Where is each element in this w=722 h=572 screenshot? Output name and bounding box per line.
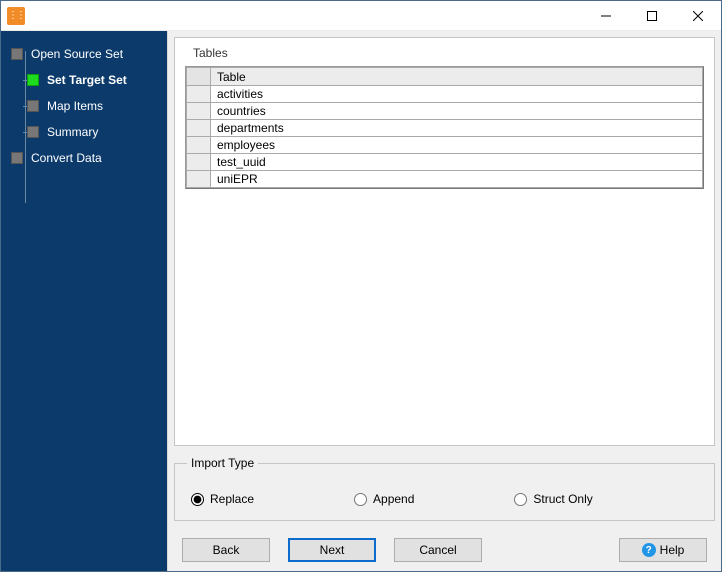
row-header — [187, 86, 211, 103]
main-content: Tables Table activitiescountriesdepartme… — [167, 31, 721, 571]
sidebar-step-icon — [27, 126, 39, 138]
back-button-label: Back — [213, 543, 240, 557]
table-cell[interactable]: test_uuid — [211, 154, 703, 171]
table-cell[interactable]: employees — [211, 137, 703, 154]
table-row[interactable]: uniEPR — [187, 171, 703, 188]
radio-label: Struct Only — [533, 492, 592, 506]
button-bar: Back Next Cancel ? Help — [168, 529, 721, 571]
sidebar-item-summary[interactable]: Summary — [23, 119, 161, 145]
row-header — [187, 154, 211, 171]
help-icon: ? — [642, 543, 656, 557]
row-header — [187, 103, 211, 120]
help-button-label: Help — [660, 543, 685, 557]
sidebar-step-icon — [11, 48, 23, 60]
radio-struct-only[interactable]: Struct Only — [514, 492, 592, 506]
tables-grid[interactable]: Table activitiescountriesdepartmentsempl… — [185, 66, 704, 189]
row-header — [187, 120, 211, 137]
back-button[interactable]: Back — [182, 538, 270, 562]
sidebar-item-label: Summary — [47, 125, 98, 139]
cancel-button[interactable]: Cancel — [394, 538, 482, 562]
next-button-label: Next — [320, 543, 345, 557]
table-row[interactable]: departments — [187, 120, 703, 137]
radio-label: Append — [373, 492, 414, 506]
table-row[interactable]: countries — [187, 103, 703, 120]
table-row[interactable]: test_uuid — [187, 154, 703, 171]
sidebar-item-label: Convert Data — [31, 151, 102, 165]
table-cell[interactable]: countries — [211, 103, 703, 120]
table-cell[interactable]: departments — [211, 120, 703, 137]
sidebar-item-set-target-set[interactable]: Set Target Set — [23, 67, 161, 93]
sidebar-item-map-items[interactable]: Map Items — [23, 93, 161, 119]
import-type-title: Import Type — [187, 456, 258, 470]
table-row[interactable]: employees — [187, 137, 703, 154]
wizard-sidebar: Open Source Set Set Target Set Map Items Su… — [1, 31, 167, 571]
close-button[interactable] — [675, 1, 721, 31]
import-type-group: Import Type Replace Append Struct Only — [174, 456, 715, 521]
tables-title: Tables — [175, 38, 714, 66]
help-button[interactable]: ? Help — [619, 538, 707, 562]
table-corner-header — [187, 68, 211, 86]
sidebar-item-label: Map Items — [47, 99, 103, 113]
sidebar-item-open-source-set[interactable]: Open Source Set — [7, 41, 161, 67]
titlebar — [1, 1, 721, 31]
table-cell[interactable]: activities — [211, 86, 703, 103]
row-header — [187, 171, 211, 188]
radio-label: Replace — [210, 492, 254, 506]
maximize-button[interactable] — [629, 1, 675, 31]
sidebar-step-icon — [27, 100, 39, 112]
radio-input[interactable] — [514, 493, 527, 506]
row-header — [187, 137, 211, 154]
radio-input[interactable] — [191, 493, 204, 506]
next-button[interactable]: Next — [288, 538, 376, 562]
radio-replace[interactable]: Replace — [191, 492, 254, 506]
table-column-header[interactable]: Table — [211, 68, 703, 86]
radio-append[interactable]: Append — [354, 492, 414, 506]
sidebar-item-label: Set Target Set — [47, 73, 127, 87]
sidebar-step-icon — [27, 74, 39, 86]
app-icon — [7, 7, 25, 25]
cancel-button-label: Cancel — [419, 543, 456, 557]
sidebar-item-label: Open Source Set — [31, 47, 123, 61]
sidebar-step-icon — [11, 152, 23, 164]
table-cell[interactable]: uniEPR — [211, 171, 703, 188]
radio-input[interactable] — [354, 493, 367, 506]
minimize-button[interactable] — [583, 1, 629, 31]
table-row[interactable]: activities — [187, 86, 703, 103]
sidebar-item-convert-data[interactable]: Convert Data — [7, 145, 161, 171]
